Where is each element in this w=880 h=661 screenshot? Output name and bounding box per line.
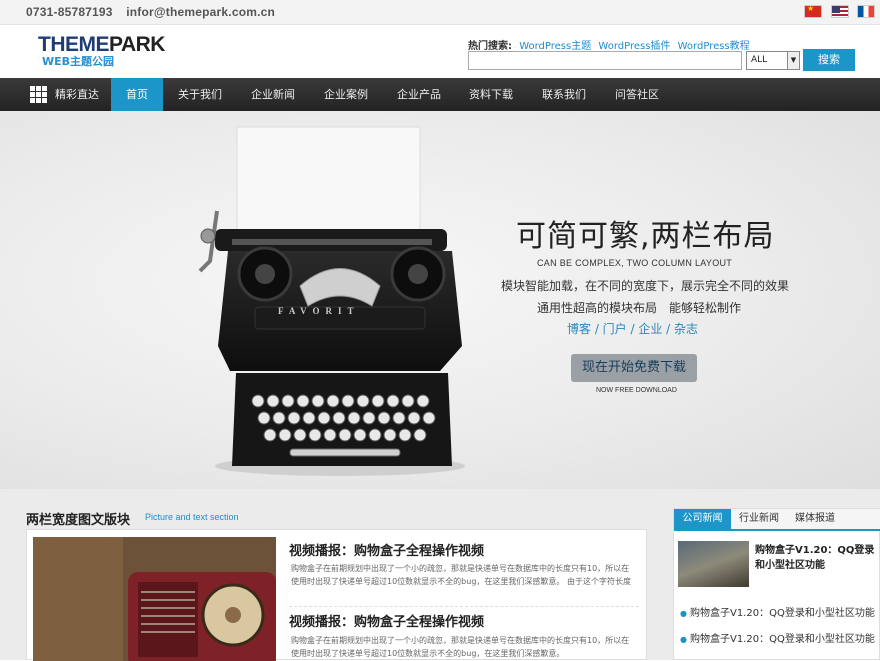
search-input[interactable] bbox=[468, 51, 742, 70]
tab-media-reports[interactable]: 媒体报道 bbox=[787, 509, 843, 529]
radio-image[interactable] bbox=[33, 537, 276, 661]
logo-text-theme: THEME bbox=[38, 33, 110, 56]
nav-item-home[interactable]: 首页 bbox=[111, 78, 163, 111]
top-bar: 0731-85787193 infor@themepark.com.cn bbox=[0, 0, 880, 25]
phone-number: 0731-85787193 bbox=[26, 5, 113, 19]
search-scope-select[interactable]: ALL ▼ bbox=[746, 51, 800, 70]
banner-line-3: 博客 / 门户 / 企业 / 杂志 bbox=[567, 322, 699, 336]
bullet-icon: ● bbox=[680, 635, 687, 644]
search-scope-value: ALL bbox=[751, 55, 768, 65]
search-button[interactable]: 搜索 bbox=[803, 49, 855, 71]
post-divider bbox=[289, 606, 639, 607]
banner-title: 可简可繁,两栏布局 bbox=[516, 219, 775, 254]
news-tabs: 公司新闻 行业新闻 媒体报道 bbox=[674, 509, 880, 531]
post-excerpt: 购物盒子在前期规划中出现了一个小的疏忽，那就是快递单号在数据库中的长度只有10，… bbox=[291, 564, 631, 586]
typewriter-brand: FAVORIT bbox=[278, 306, 360, 316]
france-flag-icon[interactable] bbox=[857, 5, 875, 18]
nav-item-news[interactable]: 企业新闻 bbox=[243, 78, 303, 111]
logo-text-park: PARK bbox=[109, 33, 165, 56]
post-excerpt: 购物盒子在前期规划中出现了一个小的疏忽，那就是快递单号在数据库中的长度只有10，… bbox=[291, 636, 630, 658]
content-section: 两栏宽度图文版块 Picture and text section 视频播报：购… bbox=[0, 489, 880, 661]
news-thumbnail[interactable] bbox=[678, 541, 749, 587]
main-nav: 精彩直达 首页 关于我们 企业新闻 企业案例 企业产品 资料下载 联系我们 问答… bbox=[0, 78, 880, 111]
news-list-item[interactable]: ● 购物盒子V1.20：QQ登录和小型社区功能 bbox=[680, 630, 875, 645]
chevron-down-icon[interactable]: ▼ bbox=[787, 52, 799, 69]
section-title: 两栏宽度图文版块 bbox=[26, 513, 131, 528]
china-flag-icon[interactable] bbox=[804, 4, 822, 18]
logo-subtitle: WEB主题公园 bbox=[42, 55, 115, 68]
post-title[interactable]: 视频播报：购物盒子全程操作视频 bbox=[289, 611, 484, 630]
nav-item-qa[interactable]: 问答社区 bbox=[607, 78, 667, 111]
news-item-title: 购物盒子V1.20：QQ登录和小型社区功能 bbox=[689, 634, 875, 645]
free-download-caption: NOW FREE DOWNLOAD bbox=[596, 387, 677, 394]
nav-menu-label[interactable]: 精彩直达 bbox=[52, 78, 102, 111]
hero-banner: FAVORIT 可简可繁,两栏布局 CAN BE COMPLEX, TWO CO… bbox=[0, 111, 880, 489]
post-card: 视频播报：购物盒子全程操作视频 购物盒子在前期规划中出现了一个小的疏忽，那就是快… bbox=[26, 529, 647, 661]
tab-industry-news[interactable]: 行业新闻 bbox=[731, 509, 787, 529]
hot-searches: 热门搜索: WordPress主题 WordPress插件 WordPress教… bbox=[468, 37, 750, 52]
nav-item-cases[interactable]: 企业案例 bbox=[316, 78, 376, 111]
banner-line-2: 通用性超高的模块布局 能够轻松制作 bbox=[537, 301, 742, 315]
contact-info: 0731-85787193 infor@themepark.com.cn bbox=[26, 5, 275, 19]
free-download-button[interactable]: 现在开始免费下载 bbox=[571, 354, 697, 382]
featured-news-title[interactable]: 购物盒子V1.20：QQ登录和小型社区功能 bbox=[755, 543, 879, 573]
usa-flag-icon[interactable] bbox=[831, 5, 849, 18]
news-sidebar: 公司新闻 行业新闻 媒体报道 购物盒子V1.20：QQ登录和小型社区功能 ● 购物… bbox=[673, 508, 880, 660]
grid-menu-icon[interactable] bbox=[30, 86, 47, 103]
site-header: THEMEPARK WEB主题公园 热门搜索: WordPress主题 Word… bbox=[0, 25, 880, 78]
tab-company-news[interactable]: 公司新闻 bbox=[674, 509, 731, 529]
news-item-title: 购物盒子V1.20：QQ登录和小型社区功能 bbox=[689, 608, 875, 619]
nav-item-downloads[interactable]: 资料下载 bbox=[461, 78, 521, 111]
news-list-item[interactable]: ● 购物盒子V1.20：QQ登录和小型社区功能 bbox=[680, 604, 875, 619]
section-subtitle: Picture and text section bbox=[145, 512, 239, 522]
nav-item-products[interactable]: 企业产品 bbox=[389, 78, 449, 111]
banner-line-1: 模块智能加载，在不同的宽度下，展示完全不同的效果 bbox=[501, 279, 790, 293]
radio-illustration bbox=[33, 537, 276, 661]
nav-item-about[interactable]: 关于我们 bbox=[170, 78, 230, 111]
nav-item-contact[interactable]: 联系我们 bbox=[534, 78, 594, 111]
site-logo[interactable]: THEMEPARK WEB主题公园 bbox=[38, 33, 165, 69]
post-title[interactable]: 视频播报：购物盒子全程操作视频 bbox=[289, 540, 484, 559]
banner-subtitle-en: CAN BE COMPLEX, TWO COLUMN LAYOUT bbox=[537, 258, 733, 268]
email-address[interactable]: infor@themepark.com.cn bbox=[126, 5, 275, 19]
bullet-icon: ● bbox=[680, 609, 687, 618]
typewriter-image bbox=[198, 126, 465, 476]
